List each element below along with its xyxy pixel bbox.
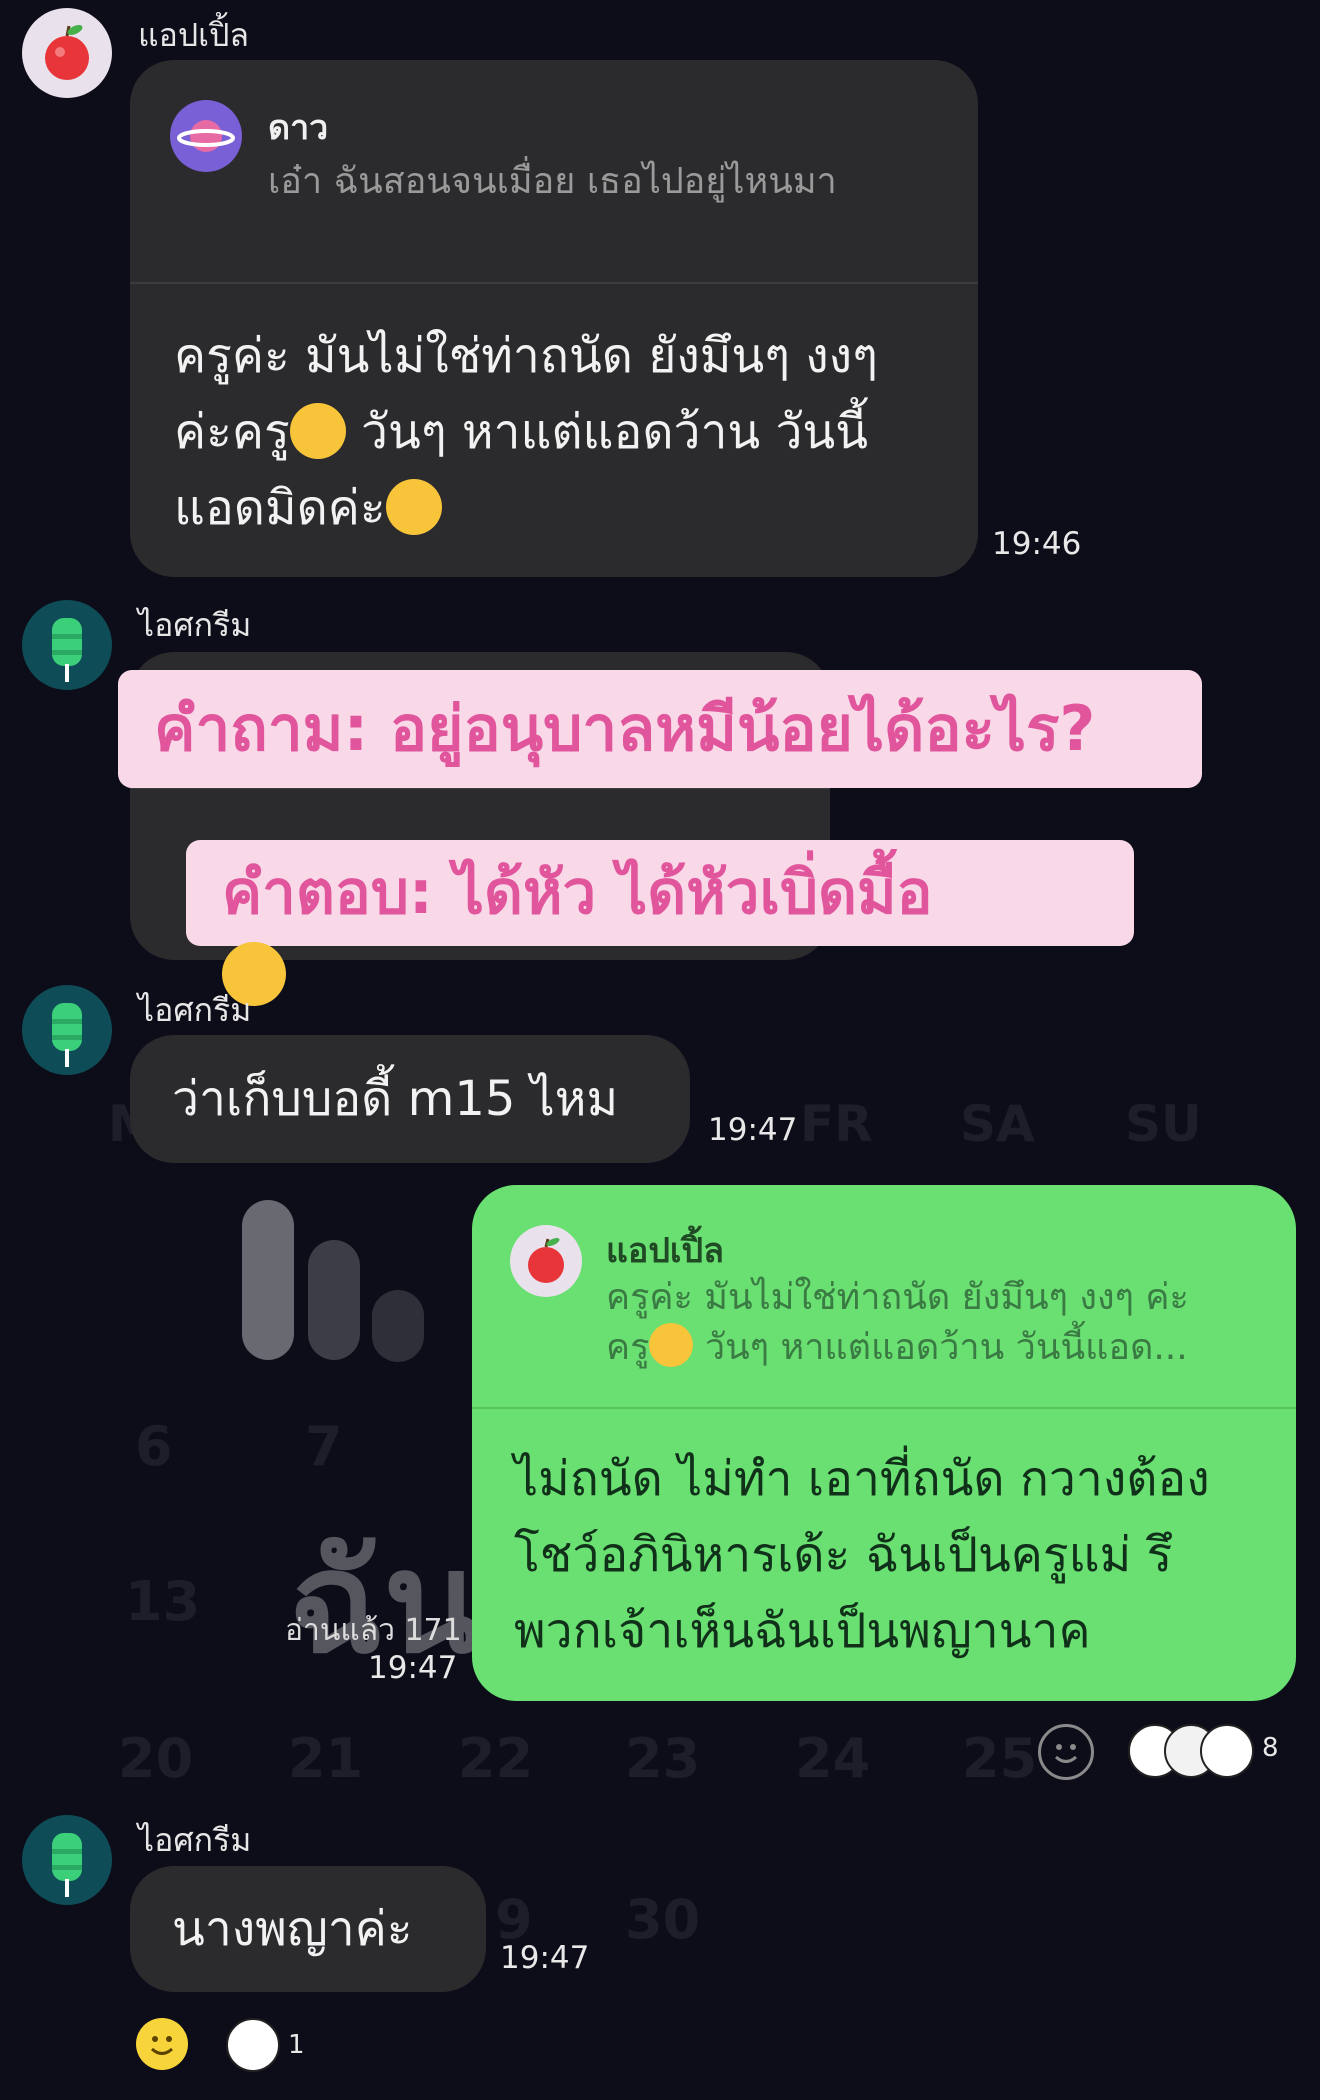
reaction-count: 8 bbox=[1262, 1733, 1279, 1763]
timestamp: 19:47 bbox=[708, 1112, 798, 1148]
message-text: วันๆ หาแต่แอดว้าน วันนี้ bbox=[361, 404, 869, 460]
avatar[interactable] bbox=[22, 8, 112, 98]
quote-divider bbox=[472, 1407, 1296, 1409]
answer-line: คำตอบ: ได้หัว ได้หัวเบิ่ดมื้อ bbox=[186, 840, 1134, 1017]
reaction-count: 1 bbox=[288, 2030, 305, 2060]
quote-avatar bbox=[510, 1225, 582, 1297]
sender-name: ไอศกรีม bbox=[138, 991, 252, 1029]
watermark-date: 20 bbox=[118, 1727, 194, 1790]
watermark-date: 22 bbox=[458, 1727, 534, 1790]
watermark-weekday: FR bbox=[800, 1095, 873, 1153]
question-caption: คำถาม: อยู่อนุบาลหมีน้อยได้อะไร? bbox=[118, 670, 1202, 788]
add-reaction-button[interactable] bbox=[1038, 1724, 1094, 1780]
quote-sender: ดาว bbox=[268, 108, 329, 148]
question-text: คำถาม: อยู่อนุบาลหมีน้อยได้อะไร? bbox=[154, 692, 1096, 765]
smiley-icon bbox=[150, 2036, 174, 2055]
message-line: ค่ะครู วันๆ หาแต่แอดว้าน วันนี้ bbox=[174, 394, 868, 470]
reaction-icon[interactable] bbox=[226, 2018, 280, 2072]
answer-text: คำตอบ: ได้หัว ได้หัวเบิ่ดมื้อ bbox=[222, 858, 933, 928]
sweat-smile-emoji-icon bbox=[649, 1323, 694, 1367]
planet-icon bbox=[177, 120, 235, 152]
message-bubble[interactable]: นางพญาค่ะ bbox=[130, 1866, 486, 1992]
read-status: อ่านแล้ว 171 bbox=[285, 1613, 462, 1648]
watermark-date: 13 bbox=[125, 1570, 201, 1633]
watermark-date: 30 bbox=[625, 1888, 701, 1951]
message-text: นางพญาค่ะ bbox=[172, 1901, 413, 1957]
avatar[interactable] bbox=[22, 985, 112, 1075]
watermark-weekday: SA bbox=[960, 1095, 1035, 1153]
watermark-weekday: SU bbox=[1125, 1095, 1202, 1153]
reaction-group[interactable] bbox=[1128, 1722, 1258, 1778]
watermark-date: 23 bbox=[625, 1727, 701, 1790]
avatar[interactable] bbox=[22, 600, 112, 690]
ice-cream-icon bbox=[52, 1833, 82, 1897]
timestamp: 19:47 bbox=[500, 1940, 590, 1976]
ice-cream-icon bbox=[52, 1003, 82, 1067]
add-reaction-button[interactable] bbox=[136, 2018, 188, 2070]
reaction-icon bbox=[1200, 1724, 1254, 1778]
avatar[interactable] bbox=[22, 1815, 112, 1905]
message-line: ครูค่ะ มันไม่ใช่ท่าถนัด ยังมึนๆ งงๆ bbox=[174, 328, 878, 384]
quote-text: ครูค่ะ มันไม่ใช่ท่าถนัด ยังมึนๆ งงๆ ค่ะ bbox=[606, 1277, 1189, 1318]
message-line: โชว์อภินิหารเด้ะ ฉันเป็นครูแม่ รึ bbox=[514, 1527, 1173, 1583]
quote-text-part: วันๆ หาแต่แอดว้าน วันนี้แอด... bbox=[693, 1327, 1188, 1368]
answer-caption: คำตอบ: ได้หัว ได้หัวเบิ่ดมื้อ bbox=[186, 840, 1134, 1017]
sweat-smile-emoji-icon bbox=[289, 403, 346, 459]
quote-avatar bbox=[170, 100, 242, 172]
sender-name: ไอศกรีม bbox=[138, 606, 252, 644]
smiley-icon bbox=[1054, 1744, 1078, 1763]
watermark-date: 6 bbox=[135, 1415, 173, 1478]
watermark-date: 25 bbox=[962, 1727, 1038, 1790]
timestamp: 19:47 bbox=[368, 1650, 458, 1686]
message-text: ค่ะครู bbox=[174, 404, 290, 460]
quote-text-part: ครู bbox=[606, 1327, 650, 1368]
message-bubble-outgoing[interactable]: แอปเปิ้ล ครูค่ะ มันไม่ใช่ท่าถนัด ยังมึนๆ… bbox=[472, 1185, 1296, 1701]
watermark-date: 21 bbox=[288, 1727, 364, 1790]
quote-text: ครู วันๆ หาแต่แอดว้าน วันนี้แอด... bbox=[606, 1323, 1188, 1373]
message-text: แอดมิดค่ะ bbox=[174, 480, 386, 536]
message-bubble[interactable]: ว่าเก็บบอดี้ m15 ไหม bbox=[130, 1035, 690, 1163]
message-line: ไม่ถนัด ไม่ทำ เอาที่ถนัด กวางต้อง bbox=[514, 1451, 1210, 1507]
quote-text: เอ๋า ฉันสอนจนเมื่อย เธอไปอยู่ไหนมา bbox=[268, 161, 837, 202]
watermark-date: 7 bbox=[305, 1415, 343, 1478]
quote-sender: แอปเปิ้ล bbox=[606, 1231, 724, 1271]
message-line: พวกเจ้าเห็นฉันเป็นพญานาค bbox=[514, 1603, 1091, 1659]
quote-divider bbox=[130, 282, 978, 284]
timestamp: 19:46 bbox=[992, 526, 1082, 562]
message-bubble[interactable]: ดาว เอ๋า ฉันสอนจนเมื่อย เธอไปอยู่ไหนมา ค… bbox=[130, 60, 978, 577]
sender-name: แอปเปิ้ล bbox=[138, 16, 250, 54]
apple-icon bbox=[528, 1237, 564, 1283]
apple-icon bbox=[45, 25, 89, 80]
sender-name: ไอศกรีม bbox=[138, 1821, 252, 1859]
message-line: แอดมิดค่ะ bbox=[174, 470, 442, 546]
watermark-date: 24 bbox=[795, 1727, 871, 1790]
ice-cream-icon bbox=[52, 618, 82, 682]
message-text: ว่าเก็บบอดี้ m15 ไหม bbox=[172, 1071, 619, 1127]
tears-of-joy-emoji-icon bbox=[385, 479, 442, 535]
